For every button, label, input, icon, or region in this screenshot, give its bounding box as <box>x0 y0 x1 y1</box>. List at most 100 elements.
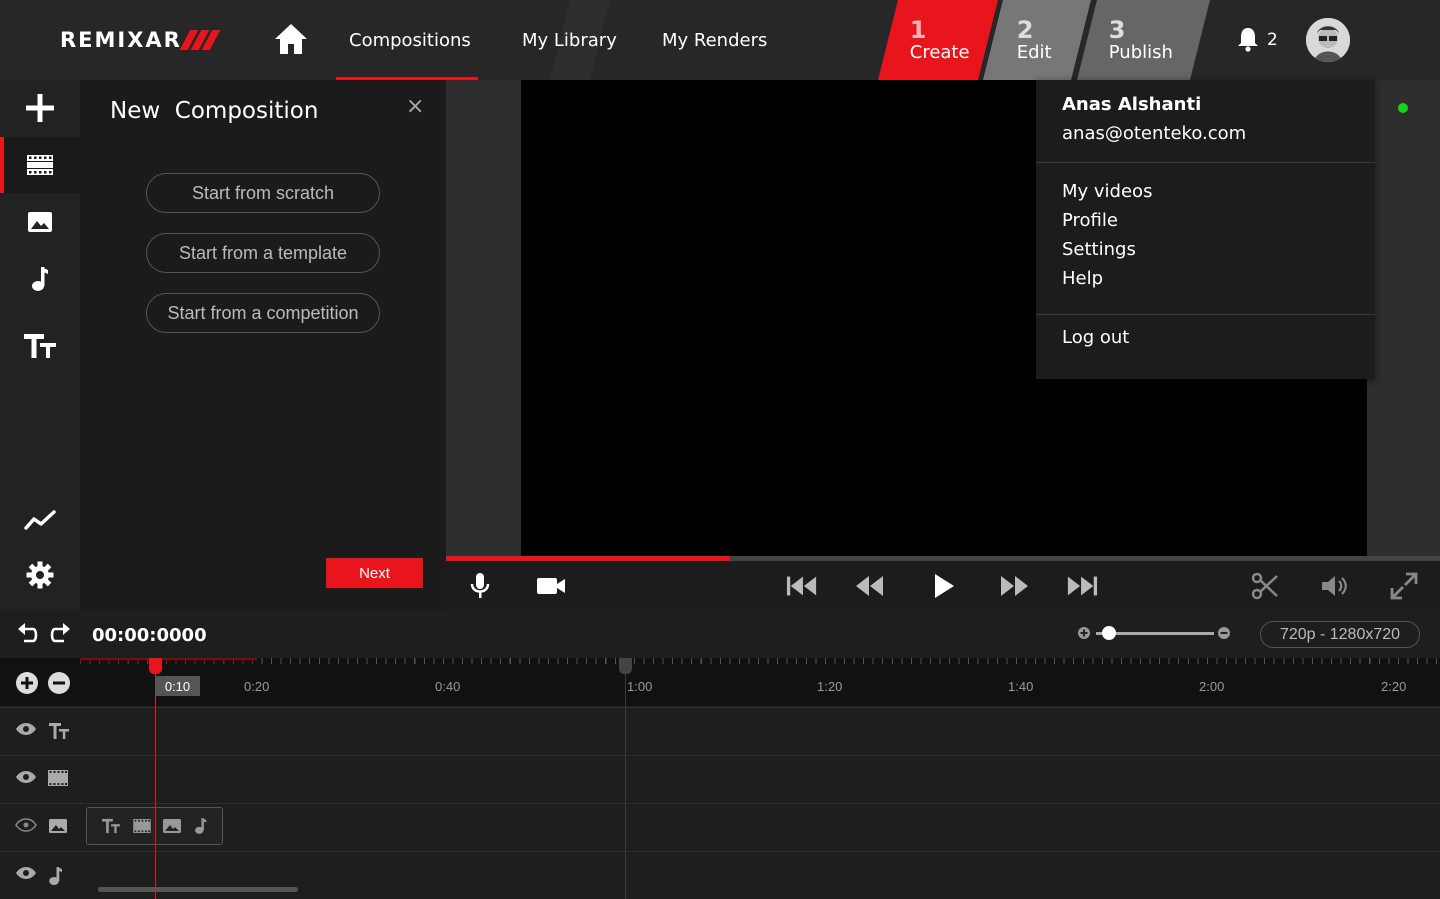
image-icon <box>49 819 67 833</box>
image-icon[interactable] <box>162 818 182 834</box>
user-avatar[interactable] <box>1306 18 1350 62</box>
text-icon[interactable] <box>101 818 121 834</box>
microphone-icon <box>470 573 490 598</box>
step-label: Publish <box>1108 42 1173 63</box>
rewind-button[interactable] <box>854 571 886 601</box>
menu-item-my-videos[interactable]: My videos <box>1062 181 1152 202</box>
volume-icon <box>1322 576 1347 596</box>
track-video[interactable] <box>0 755 1440 803</box>
new-composition-panel: New Composition × Start from scratch Sta… <box>80 80 446 610</box>
menu-item-logout[interactable]: Log out <box>1062 327 1129 348</box>
tool-add[interactable] <box>0 80 80 136</box>
step-number: 1 <box>909 16 927 44</box>
left-toolbar <box>0 80 80 610</box>
menu-item-profile[interactable]: Profile <box>1062 210 1118 231</box>
user-email: anas@otenteko.com <box>1062 123 1247 144</box>
skip-start-icon <box>786 576 817 596</box>
step-label: Create <box>909 42 970 63</box>
close-icon[interactable]: × <box>406 94 424 119</box>
tool-text[interactable] <box>0 318 80 374</box>
fast-forward-button[interactable] <box>998 571 1030 601</box>
fullscreen-icon <box>1390 572 1418 600</box>
tick-label: 2:00 <box>1199 679 1225 694</box>
logo-text: REMIXAR <box>60 28 182 52</box>
user-dropdown-menu: Anas Alshanti anas@otenteko.com My video… <box>1036 80 1375 379</box>
tool-analytics[interactable] <box>0 492 80 548</box>
skip-to-start-button[interactable] <box>786 571 818 601</box>
nav-my-library[interactable]: My Library <box>522 30 617 51</box>
tick-label: 1:20 <box>817 679 843 694</box>
step-create[interactable]: 1 Create <box>878 0 998 80</box>
ruler-ticks <box>80 658 1440 664</box>
video-camera-icon <box>537 578 565 594</box>
image-icon <box>28 212 52 232</box>
avatar-portrait <box>1306 18 1350 62</box>
panel-title: New Composition <box>110 98 319 124</box>
bell-icon[interactable] <box>1237 27 1259 52</box>
zoom-in-icon[interactable] <box>1077 626 1091 640</box>
ruler-played-range <box>80 658 257 660</box>
camera-button[interactable] <box>535 571 567 601</box>
eye-hidden-icon[interactable] <box>15 818 37 832</box>
step-number: 2 <box>1016 16 1034 44</box>
player-controls <box>446 561 1440 610</box>
start-from-scratch-button[interactable]: Start from scratch <box>146 173 380 213</box>
plus-icon <box>26 94 54 122</box>
mic-button[interactable] <box>464 571 496 601</box>
film-icon <box>27 155 53 175</box>
start-from-competition-button[interactable]: Start from a competition <box>146 293 380 333</box>
user-name: Anas Alshanti <box>1062 94 1202 115</box>
nav-compositions[interactable]: Compositions <box>349 30 471 51</box>
step-number: 3 <box>1108 16 1126 44</box>
remove-track-icon[interactable] <box>47 671 71 695</box>
playhead-time-label: 0:10 <box>155 676 200 696</box>
analytics-icon <box>24 510 56 530</box>
timeline-horizontal-scrollbar[interactable] <box>98 887 298 892</box>
gear-icon <box>26 561 54 589</box>
cut-button[interactable] <box>1249 571 1281 601</box>
scissors-icon <box>1251 572 1278 600</box>
tick-label: 0:40 <box>435 679 461 694</box>
music-icon[interactable] <box>194 817 208 835</box>
zoom-out-icon[interactable] <box>1217 626 1231 640</box>
timeline-marker-line <box>625 670 626 899</box>
play-button[interactable] <box>928 571 960 601</box>
home-icon[interactable] <box>273 22 309 56</box>
redo-icon[interactable] <box>49 621 71 645</box>
skip-end-icon <box>1067 576 1098 596</box>
music-icon <box>49 867 62 885</box>
tick-label: 1:00 <box>627 679 653 694</box>
volume-button[interactable] <box>1318 571 1350 601</box>
playhead-handle[interactable] <box>149 658 162 674</box>
play-icon <box>935 574 954 598</box>
skip-to-end-button[interactable] <box>1066 571 1098 601</box>
next-button[interactable]: Next <box>326 558 423 588</box>
timeline-marker-handle[interactable] <box>619 658 632 674</box>
tick-label: 0:20 <box>244 679 270 694</box>
zoom-slider-knob[interactable] <box>1102 626 1116 640</box>
fullscreen-button[interactable] <box>1388 571 1420 601</box>
resolution-selector[interactable]: 720p - 1280x720 <box>1260 621 1420 648</box>
undo-icon[interactable] <box>17 621 39 645</box>
add-track-icon[interactable] <box>15 671 39 695</box>
tool-settings[interactable] <box>0 547 80 603</box>
tool-image[interactable] <box>0 194 80 250</box>
track-text[interactable] <box>0 707 1440 755</box>
menu-item-help[interactable]: Help <box>1062 268 1103 289</box>
eye-icon[interactable] <box>15 770 37 784</box>
timecode: 00:00:0000 <box>92 625 207 646</box>
menu-item-settings[interactable]: Settings <box>1062 239 1136 260</box>
nav-my-renders[interactable]: My Renders <box>662 30 767 51</box>
music-icon <box>32 267 48 291</box>
notification-count: 2 <box>1267 30 1278 50</box>
step-label: Edit <box>1016 42 1052 63</box>
step-publish[interactable]: 3 Publish <box>1077 0 1210 80</box>
tool-video[interactable] <box>0 137 80 193</box>
tool-audio[interactable] <box>0 251 80 307</box>
film-icon[interactable] <box>132 819 151 833</box>
eye-icon[interactable] <box>15 866 37 880</box>
eye-icon[interactable] <box>15 722 37 736</box>
start-from-template-button[interactable]: Start from a template <box>146 233 380 273</box>
remixar-logo[interactable]: REMIXAR <box>60 28 221 52</box>
film-icon <box>48 770 68 786</box>
